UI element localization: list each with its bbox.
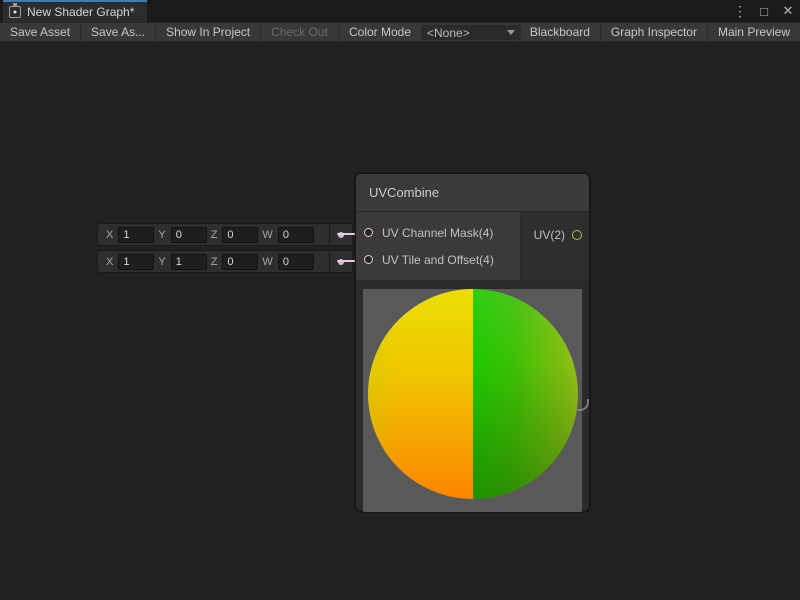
save-asset-button[interactable]: Save Asset bbox=[0, 23, 81, 41]
output-port-row-uv: UV(2) bbox=[534, 225, 589, 245]
y-label: Y bbox=[158, 256, 165, 268]
check-out-button: Check Out bbox=[261, 23, 339, 41]
vector4-slot-row-uv-channel-mask: X Y Z W bbox=[97, 223, 353, 246]
vector2-x-field[interactable] bbox=[118, 254, 154, 270]
node-title-bar[interactable]: UVCombine bbox=[356, 174, 589, 212]
chevron-down-icon bbox=[507, 30, 515, 35]
color-mode-selected-value: <None> bbox=[427, 26, 470, 40]
input-port-row-uv-tile-offset: UV Tile and Offset(4) bbox=[356, 250, 520, 270]
x-label: X bbox=[106, 229, 113, 241]
vector2-z-field[interactable] bbox=[222, 254, 258, 270]
vector1-z-field[interactable] bbox=[222, 227, 258, 243]
toolbar-right-group: Blackboard Graph Inspector Main Preview bbox=[519, 23, 800, 41]
vector4-slot-row-uv-tile-offset: X Y Z W bbox=[97, 250, 353, 273]
tab-new-shader-graph[interactable]: New Shader Graph* bbox=[3, 0, 147, 22]
main-preview-toggle-button[interactable]: Main Preview bbox=[707, 23, 800, 41]
output-port-uv[interactable] bbox=[572, 230, 582, 240]
graph-canvas[interactable]: X Y Z W X Y Z W UVCombine bbox=[0, 42, 800, 600]
input-port-label: UV Channel Mask(4) bbox=[382, 226, 493, 240]
w-label: W bbox=[262, 256, 272, 268]
save-as-button[interactable]: Save As... bbox=[81, 23, 156, 41]
node-preview-section bbox=[356, 280, 589, 511]
shader-graph-toolbar: Save Asset Save As... Show In Project Ch… bbox=[0, 22, 800, 42]
window-controls: ⋮ □ ✕ bbox=[730, 0, 798, 22]
x-label: X bbox=[106, 256, 113, 268]
w-label: W bbox=[262, 229, 272, 241]
input-port-uv-channel-mask[interactable] bbox=[364, 228, 373, 237]
y-label: Y bbox=[158, 229, 165, 241]
sphere-right-half-green bbox=[473, 289, 578, 499]
maximize-icon[interactable]: □ bbox=[754, 1, 774, 21]
output-port-label: UV(2) bbox=[534, 228, 565, 242]
vector1-y-field[interactable] bbox=[171, 227, 207, 243]
color-mode-label: Color Mode bbox=[349, 23, 411, 41]
tab-title: New Shader Graph* bbox=[27, 5, 134, 19]
sphere-left-half-yellow-orange bbox=[368, 289, 473, 499]
color-mode-dropdown[interactable]: <None> bbox=[421, 25, 521, 40]
graph-inspector-toggle-button[interactable]: Graph Inspector bbox=[600, 23, 707, 41]
vector2-w-field[interactable] bbox=[278, 254, 314, 270]
node-title: UVCombine bbox=[369, 185, 439, 200]
shader-graph-icon bbox=[9, 6, 21, 18]
z-label: Z bbox=[211, 256, 218, 268]
input-port-uv-tile-offset[interactable] bbox=[364, 255, 373, 264]
close-icon[interactable]: ✕ bbox=[778, 1, 798, 21]
input-port-label: UV Tile and Offset(4) bbox=[382, 253, 494, 267]
show-in-project-button[interactable]: Show In Project bbox=[156, 23, 261, 41]
blackboard-toggle-button[interactable]: Blackboard bbox=[519, 23, 600, 41]
node-ports-section: UV Channel Mask(4) UV Tile and Offset(4)… bbox=[356, 212, 589, 280]
node-uvcombine[interactable]: UVCombine UV Channel Mask(4) UV Tile and… bbox=[355, 173, 590, 512]
uv-preview-sphere bbox=[368, 289, 578, 499]
window-menu-icon[interactable]: ⋮ bbox=[730, 1, 750, 21]
node-input-ports: UV Channel Mask(4) UV Tile and Offset(4) bbox=[356, 212, 521, 280]
z-label: Z bbox=[211, 229, 218, 241]
vector2-y-field[interactable] bbox=[171, 254, 207, 270]
window-titlebar: New Shader Graph* ⋮ □ ✕ bbox=[0, 0, 800, 22]
vector1-x-field[interactable] bbox=[118, 227, 154, 243]
node-preview-background bbox=[363, 289, 582, 512]
vector1-w-field[interactable] bbox=[278, 227, 314, 243]
input-port-row-uv-channel-mask: UV Channel Mask(4) bbox=[356, 223, 520, 243]
node-output-ports: UV(2) bbox=[521, 212, 589, 280]
